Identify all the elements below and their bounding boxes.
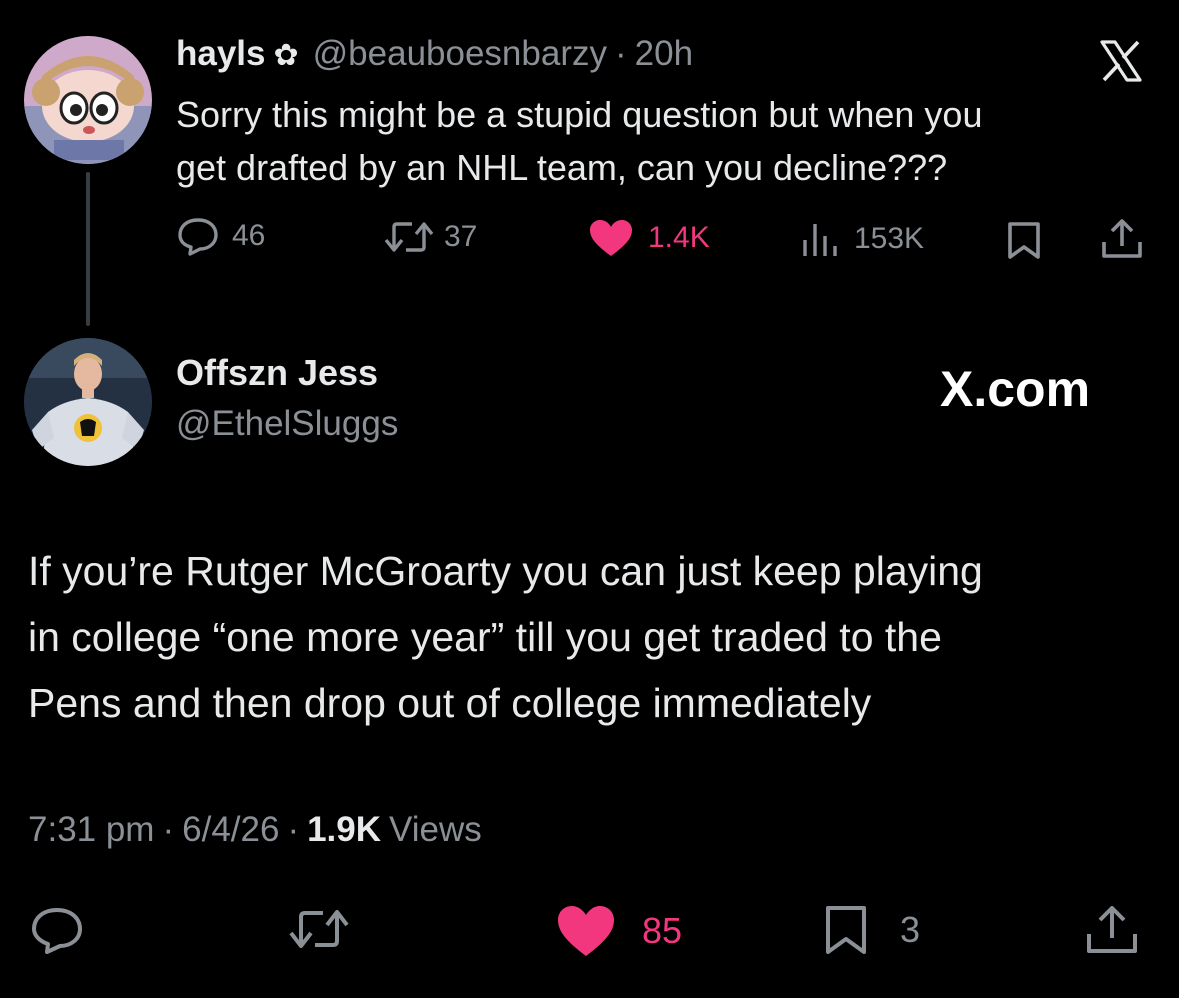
reply-icon [32,908,82,954]
x-com-brand-text: X.com [940,361,1091,417]
parent-text-line-2: get drafted by an NHL team, can you decl… [176,147,948,188]
parent-avatar[interactable] [24,36,152,164]
main-views-count: 1.9K [307,810,382,849]
parent-views-button[interactable]: 153K [800,220,924,258]
x-com-brand-label[interactable]: X.com [940,360,1090,418]
parent-share-button[interactable] [1100,218,1144,260]
parent-retweet-button[interactable]: 37 [382,218,477,256]
parent-text: Sorry this might be a stupid question bu… [176,88,982,194]
main-bookmark-count: 3 [900,909,921,950]
heart-icon [588,218,634,258]
main-text-line-3: Pens and then drop out of college immedi… [28,680,872,726]
main-date[interactable]: 6/4/26 [182,810,279,850]
bookmark-icon [1008,222,1040,259]
parent-like-count: 1.4K [648,221,710,254]
main-like-button[interactable]: 85 [556,904,682,958]
parent-reply-count: 46 [232,219,266,252]
parent-time[interactable]: 20h [635,34,693,74]
bookmark-icon [822,904,870,956]
main-handle[interactable]: @EthelSluggs [176,404,398,444]
main-time[interactable]: 7:31 pm [28,810,154,850]
main-display-name[interactable]: Offszn Jess [176,352,378,394]
parent-bookmark-button[interactable] [1004,220,1044,260]
main-meta-line: 7:31 pm · 6/4/26 · 1.9K Views [28,810,482,850]
share-icon [1087,906,1137,953]
views-icon [800,220,840,258]
flower-emoji: ✿ [273,39,299,72]
parent-text-line-1: Sorry this might be a stupid question bu… [176,94,983,135]
parent-header: hayls ✿ @beauboesnbarzy · 20h [176,34,693,78]
main-text-line-1: If you’re Rutger McGroarty you can just … [28,548,983,594]
share-icon [1102,219,1142,258]
main-views-label: Views [389,810,482,849]
parent-separator: · [614,34,627,73]
parent-handle[interactable]: @beauboesnbarzy [313,34,607,74]
main-retweet-button[interactable] [286,906,352,952]
parent-like-button[interactable]: 1.4K [588,218,710,258]
meta-separator-2: · [287,810,300,849]
thread-connector-line [86,172,90,326]
main-bookmark-button[interactable]: 3 [822,904,920,956]
parent-display-name[interactable]: hayls [176,34,266,74]
reply-icon [176,216,220,256]
parent-retweet-count: 37 [444,220,478,253]
x-logo-icon[interactable] [1098,38,1144,84]
heart-icon [556,904,616,958]
retweet-icon [382,218,436,256]
meta-separator-1: · [162,810,175,849]
main-avatar[interactable] [24,338,152,466]
main-text: If you’re Rutger McGroarty you can just … [28,538,983,736]
main-reply-button[interactable] [30,906,84,954]
main-text-line-2: in college “one more year” till you get … [28,614,942,660]
parent-reply-button[interactable]: 46 [176,216,265,256]
main-like-count: 85 [642,910,683,951]
main-share-button[interactable] [1084,904,1140,956]
parent-views-count: 153K [854,222,925,255]
retweet-icon [289,910,349,948]
